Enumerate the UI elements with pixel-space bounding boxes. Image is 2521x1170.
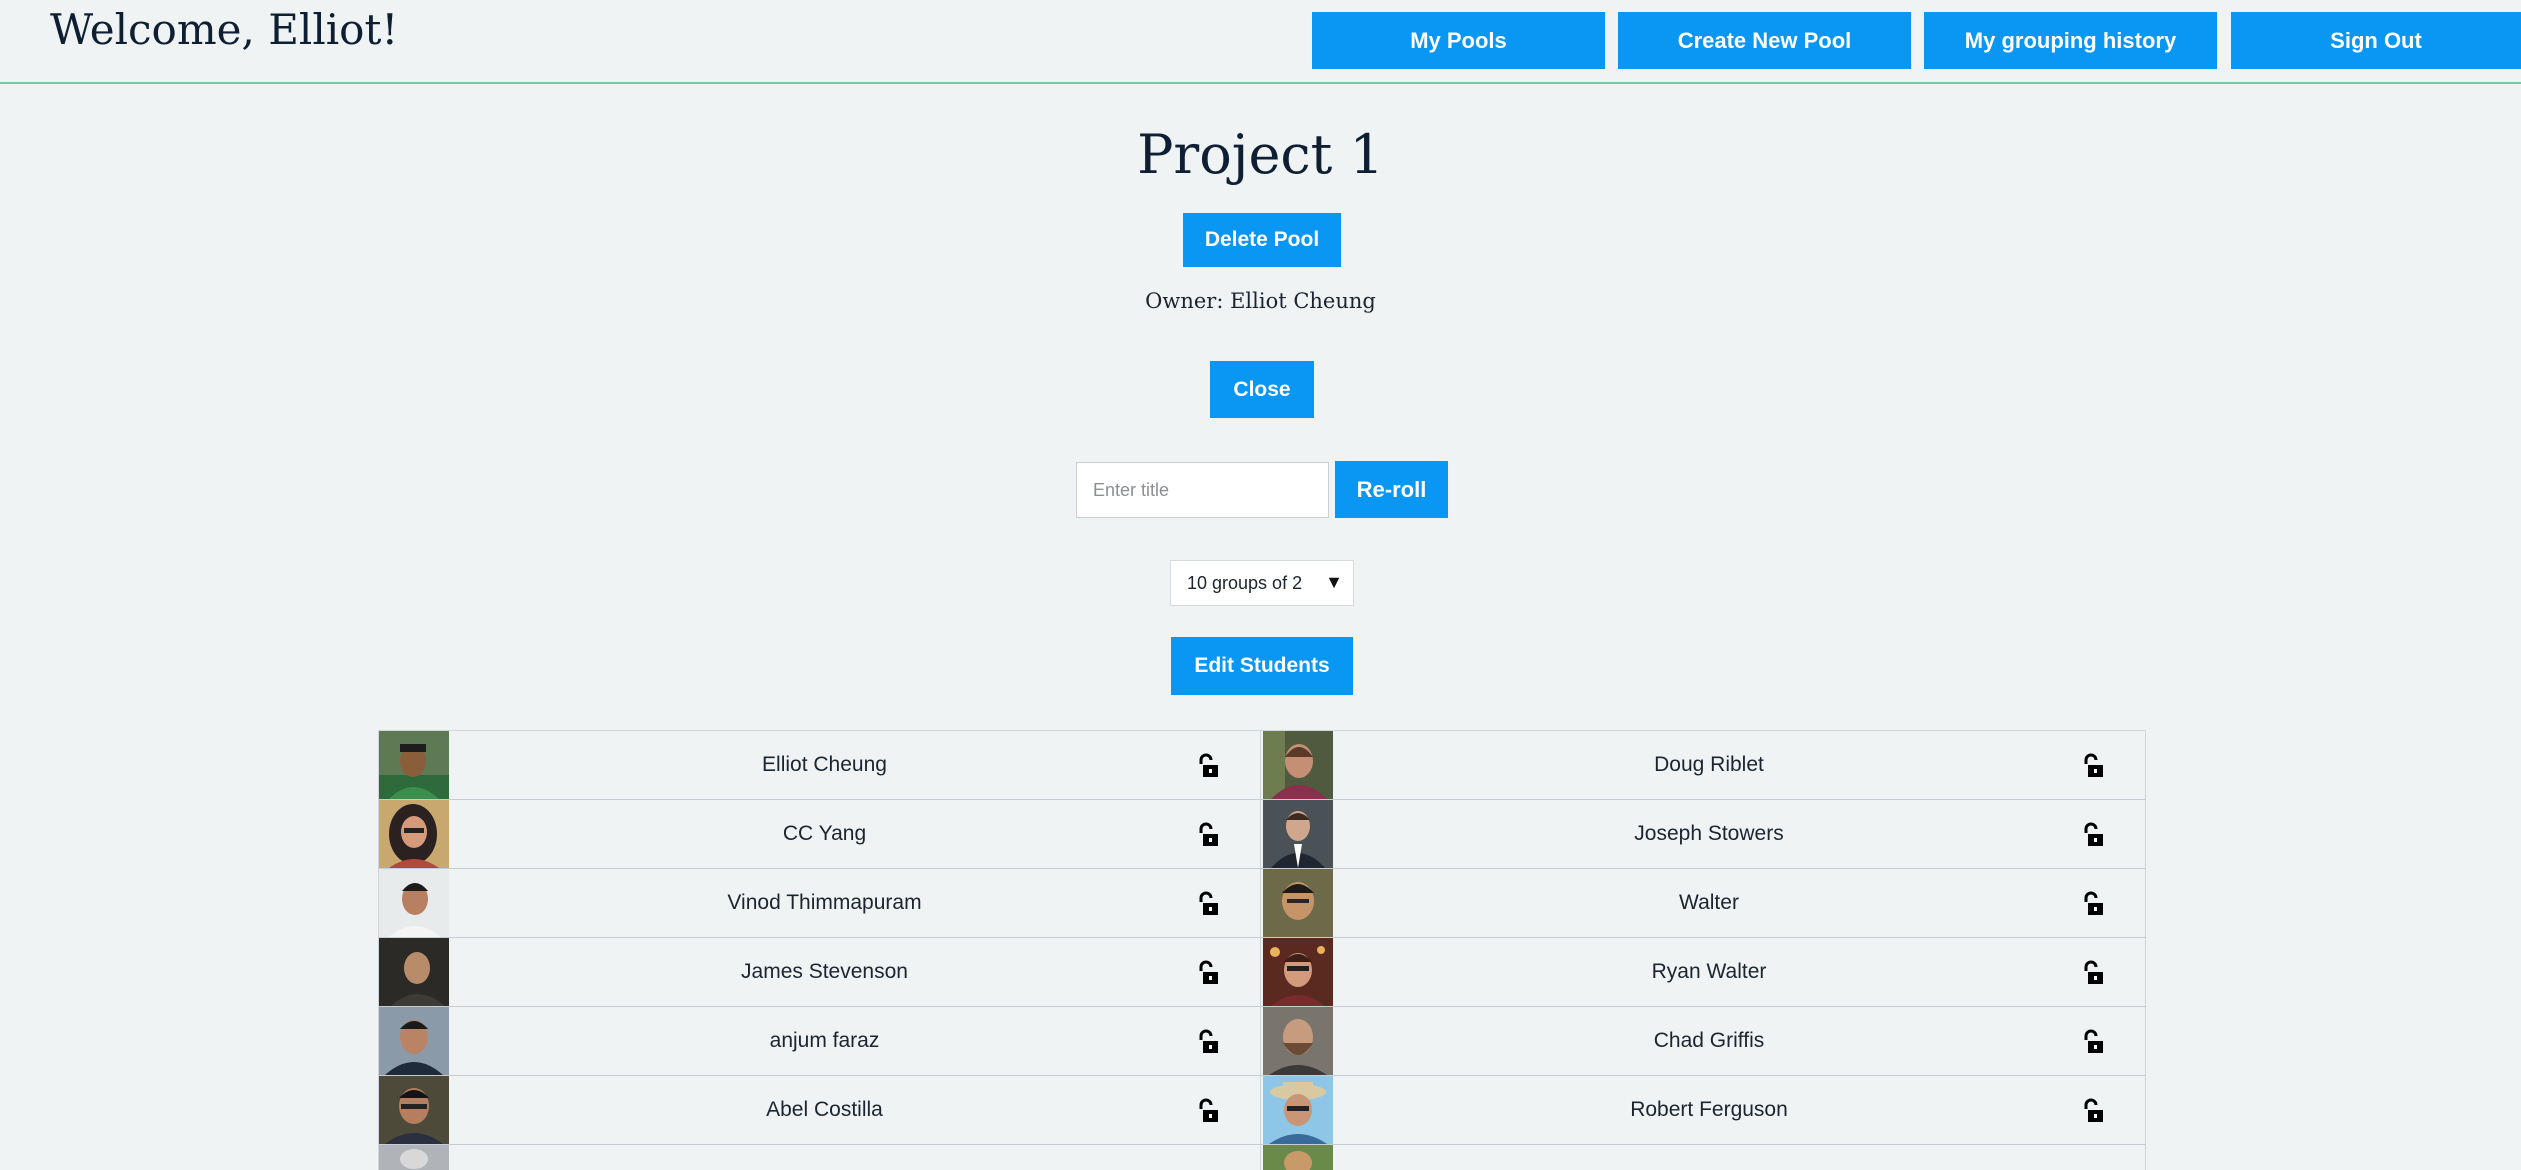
student-name: Joseph Stowers <box>1634 822 1784 845</box>
student-cell: Walter <box>1263 869 2146 937</box>
student-cell: anjum faraz <box>378 1007 1261 1075</box>
student-name: Robert Ferguson <box>1630 1098 1788 1121</box>
unlocked-padlock-icon[interactable] <box>2081 1098 2105 1124</box>
student-cell: Ryan Walter <box>1263 938 2146 1006</box>
student-name: Ryan Walter <box>1651 960 1767 983</box>
student-name: Abel Costilla <box>766 1098 883 1121</box>
unlocked-padlock-icon[interactable] <box>2081 1029 2105 1055</box>
dropdown-caret-icon: ▼ <box>1325 572 1343 592</box>
avatar <box>1263 800 1333 868</box>
edit-students-button[interactable]: Edit Students <box>1171 637 1353 695</box>
welcome-heading: Welcome, Elliot! <box>50 5 399 54</box>
group-row: CC Yang Joseph Stowers <box>378 799 2146 868</box>
unlocked-padlock-icon[interactable] <box>2081 753 2105 779</box>
avatar <box>379 938 449 1006</box>
unlocked-padlock-icon[interactable] <box>2081 891 2105 917</box>
student-cell: Vinod Thimmapuram <box>378 869 1261 937</box>
pool-title: Project 1 <box>1137 123 1384 186</box>
group-row: James Stevenson Ryan Walter <box>378 937 2146 1006</box>
sign-out-button[interactable]: Sign Out <box>2231 12 2521 69</box>
avatar <box>1263 1007 1333 1075</box>
student-cell <box>378 1145 1261 1170</box>
group-row <box>378 1144 2146 1170</box>
avatar <box>379 1076 449 1144</box>
student-cell <box>1263 1145 2146 1170</box>
avatar <box>379 869 449 937</box>
unlocked-padlock-icon[interactable] <box>1196 822 1220 848</box>
unlocked-padlock-icon[interactable] <box>1196 1098 1220 1124</box>
avatar <box>379 731 449 799</box>
student-cell: James Stevenson <box>378 938 1261 1006</box>
create-new-pool-button[interactable]: Create New Pool <box>1618 12 1911 69</box>
pool-detail: Project 1 Delete Pool Owner: Elliot Cheu… <box>0 84 2521 1170</box>
avatar <box>379 1007 449 1075</box>
group-size-selected: 10 groups of 2 <box>1187 572 1303 593</box>
student-cell: CC Yang <box>378 800 1261 868</box>
student-name: Walter <box>1679 891 1739 914</box>
delete-pool-button[interactable]: Delete Pool <box>1183 213 1341 267</box>
my-grouping-history-button[interactable]: My grouping history <box>1924 12 2217 69</box>
group-row: anjum faraz Chad Griffis <box>378 1006 2146 1075</box>
unlocked-padlock-icon[interactable] <box>1196 891 1220 917</box>
group-row: Elliot Cheung Doug Riblet <box>378 730 2146 799</box>
unlocked-padlock-icon[interactable] <box>1196 960 1220 986</box>
top-header: Welcome, Elliot! My Pools Create New Poo… <box>0 0 2521 84</box>
unlocked-padlock-icon[interactable] <box>2081 960 2105 986</box>
group-roster: Elliot Cheung Doug Riblet CC Yang Joseph… <box>378 730 2146 1170</box>
student-name: James Stevenson <box>741 960 908 983</box>
unlocked-padlock-icon[interactable] <box>1196 753 1220 779</box>
avatar <box>379 800 449 868</box>
student-cell: Robert Ferguson <box>1263 1076 2146 1144</box>
avatar <box>1263 938 1333 1006</box>
student-name: Vinod Thimmapuram <box>727 891 922 914</box>
student-cell: Doug Riblet <box>1263 731 2146 799</box>
my-pools-button[interactable]: My Pools <box>1312 12 1605 69</box>
group-row: Abel Costilla Robert Ferguson <box>378 1075 2146 1144</box>
student-cell: Abel Costilla <box>378 1076 1261 1144</box>
student-name: Elliot Cheung <box>762 753 887 776</box>
student-name: anjum faraz <box>769 1029 880 1052</box>
avatar <box>1263 1145 1333 1170</box>
avatar <box>1263 731 1333 799</box>
unlocked-padlock-icon[interactable] <box>1196 1029 1220 1055</box>
avatar <box>1263 869 1333 937</box>
reroll-button[interactable]: Re-roll <box>1335 461 1448 518</box>
title-input[interactable] <box>1076 462 1329 518</box>
owner-text: Owner: Elliot Cheung <box>1145 289 1376 313</box>
group-size-select[interactable]: 10 groups of 2 ▼ <box>1170 560 1354 606</box>
student-name: Doug Riblet <box>1654 753 1764 776</box>
avatar <box>379 1145 449 1170</box>
student-cell: Joseph Stowers <box>1263 800 2146 868</box>
student-cell: Elliot Cheung <box>378 731 1261 799</box>
student-name: Chad Griffis <box>1653 1029 1765 1052</box>
close-button[interactable]: Close <box>1210 361 1314 418</box>
group-row: Vinod Thimmapuram Walter <box>378 868 2146 937</box>
avatar <box>1263 1076 1333 1144</box>
student-name: CC Yang <box>782 822 867 845</box>
unlocked-padlock-icon[interactable] <box>2081 822 2105 848</box>
student-cell: Chad Griffis <box>1263 1007 2146 1075</box>
